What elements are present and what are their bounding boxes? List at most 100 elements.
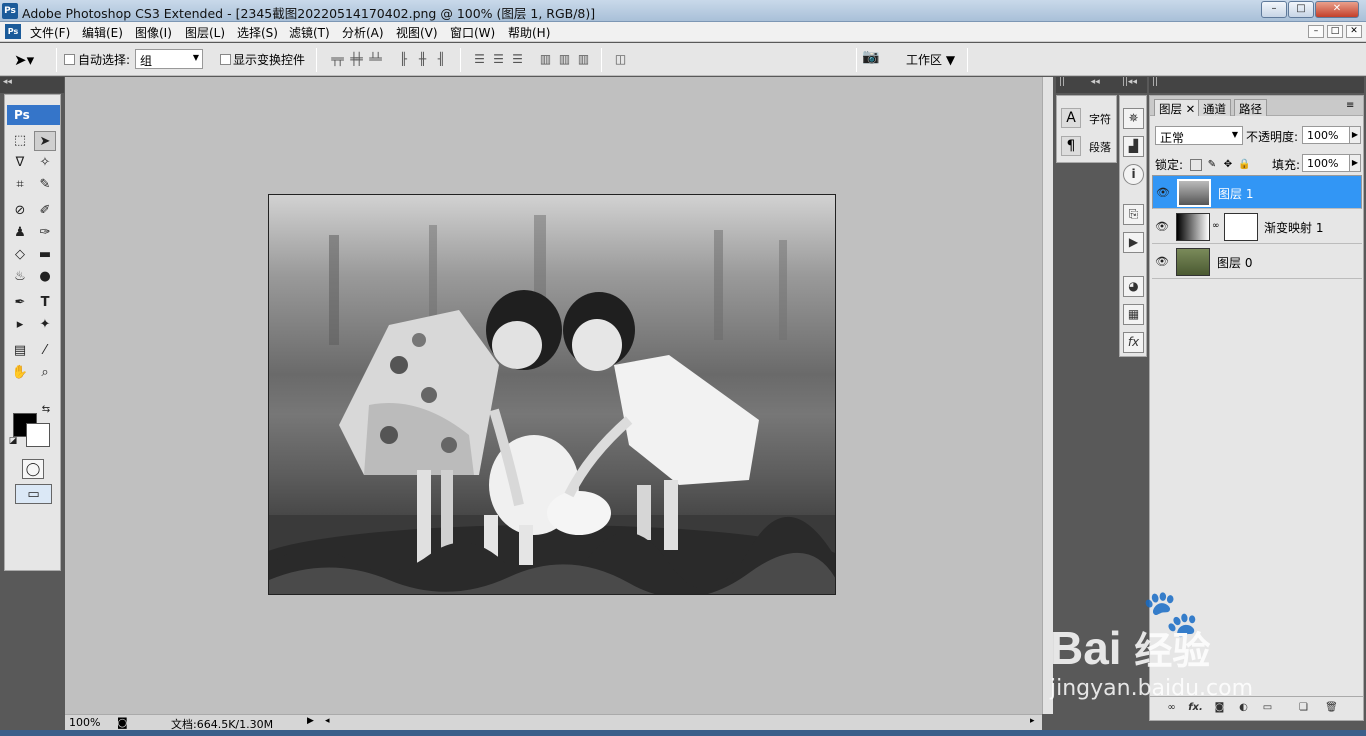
menu-file[interactable]: 文件(F)	[30, 24, 70, 41]
zoom-tool-icon[interactable]: ⌕	[34, 363, 56, 383]
lock-transparent-icon[interactable]	[1190, 159, 1202, 171]
auto-select-dropdown[interactable]: 组 ▼	[135, 49, 203, 69]
magic-wand-icon[interactable]: ✧	[34, 153, 56, 173]
menu-select[interactable]: 选择(S)	[237, 24, 278, 41]
hand-tool-icon[interactable]: ✋	[9, 363, 31, 383]
document-image[interactable]	[268, 194, 836, 595]
navigator-icon[interactable]: ✵	[1123, 108, 1144, 129]
close-button[interactable]: ✕	[1315, 1, 1359, 18]
doc-restore-button[interactable]: □	[1327, 25, 1343, 38]
visibility-eye-icon[interactable]: 👁	[1155, 255, 1169, 269]
panel-menu-icon[interactable]: ≡	[1346, 100, 1354, 111]
align-left-icon[interactable]: ╟	[395, 52, 410, 67]
background-color-swatch[interactable]	[26, 423, 50, 447]
distribute-top-icon[interactable]: ☰	[471, 52, 486, 67]
lock-all-icon[interactable]: 🔒	[1238, 159, 1250, 171]
maximize-button[interactable]: □	[1288, 1, 1314, 18]
layer-row[interactable]: 👁 图层 1	[1152, 175, 1362, 209]
styles-icon[interactable]: fx	[1123, 332, 1144, 353]
menu-edit[interactable]: 编辑(E)	[82, 24, 123, 41]
doc-close-button[interactable]: ✕	[1346, 25, 1362, 38]
notes-tool-icon[interactable]: ▤	[9, 341, 31, 361]
swap-colors-icon[interactable]: ⇆	[39, 403, 53, 417]
blur-tool-icon[interactable]: ♨	[9, 267, 31, 287]
layer-row[interactable]: 👁 图层 0	[1152, 245, 1362, 279]
paragraph-panel-button[interactable]: ¶ 段落	[1059, 134, 1117, 158]
photoshop-app-icon[interactable]: Ps	[2, 3, 18, 19]
layers-dock-header[interactable]: ||	[1149, 77, 1364, 93]
distribute-bottom-icon[interactable]: ☰	[509, 52, 524, 67]
opacity-field[interactable]: 100%	[1302, 126, 1350, 144]
status-menu-arrow-icon[interactable]: ▶	[307, 716, 319, 729]
pen-tool-icon[interactable]: ✒	[9, 293, 31, 313]
lock-image-icon[interactable]: ✎	[1206, 159, 1218, 171]
menu-window[interactable]: 窗口(W)	[450, 24, 495, 41]
history-brush-icon[interactable]: ✑	[34, 223, 56, 243]
blend-mode-dropdown[interactable]: 正常 ▼	[1155, 126, 1243, 145]
auto-select-checkbox[interactable]	[64, 54, 75, 65]
align-hcenter-icon[interactable]: ╫	[414, 52, 429, 67]
eraser-tool-icon[interactable]: ◇	[9, 245, 31, 265]
align-right-icon[interactable]: ╢	[433, 52, 448, 67]
add-mask-icon[interactable]: ◙	[1212, 701, 1227, 715]
toolbox-header[interactable]: ◂◂	[0, 77, 64, 93]
menu-analysis[interactable]: 分析(A)	[342, 24, 384, 41]
new-group-icon[interactable]: ▭	[1260, 701, 1275, 715]
brush-tool-icon[interactable]: ✐	[34, 201, 56, 221]
zoom-level[interactable]: 100%	[69, 716, 121, 729]
align-bottom-icon[interactable]: ╧╧	[367, 52, 382, 67]
move-tool-preset-icon[interactable]: ➤▾	[14, 51, 34, 69]
scroll-left-icon[interactable]: ◂	[325, 716, 330, 726]
lock-position-icon[interactable]: ✥	[1222, 159, 1234, 171]
layer-row[interactable]: 👁 ∞ 渐变映射 1	[1152, 210, 1362, 244]
workspace-menu[interactable]: 工作区 ▼	[906, 51, 955, 68]
scroll-right-icon[interactable]: ▸	[1030, 716, 1035, 726]
distribute-right-icon[interactable]: ▥	[575, 52, 590, 67]
auto-align-icon[interactable]: ◫	[612, 52, 627, 67]
minimize-button[interactable]: –	[1261, 1, 1287, 18]
menu-layer[interactable]: 图层(L)	[185, 24, 225, 41]
menu-help[interactable]: 帮助(H)	[508, 24, 550, 41]
link-chain-icon[interactable]: ∞	[1212, 221, 1220, 231]
visibility-eye-icon[interactable]: 👁	[1155, 220, 1169, 234]
slice-tool-icon[interactable]: ✎	[34, 175, 56, 195]
lasso-tool-icon[interactable]: ᐁ	[9, 153, 31, 173]
distribute-left-icon[interactable]: ▥	[537, 52, 552, 67]
icon-dock-header[interactable]: ||◂◂	[1119, 77, 1147, 93]
screen-mode-icon[interactable]: ▭	[15, 484, 52, 504]
visibility-eye-icon[interactable]: 👁	[1156, 186, 1170, 200]
menu-filter[interactable]: 滤镜(T)	[289, 24, 330, 41]
crop-tool-icon[interactable]: ⌗	[9, 175, 31, 195]
dodge-tool-icon[interactable]: ●	[34, 267, 56, 287]
char-dock-header[interactable]: || ◂◂	[1056, 77, 1119, 93]
marquee-tool-icon[interactable]: ⬚	[9, 131, 31, 151]
history-icon[interactable]: ⎘	[1123, 204, 1144, 225]
histogram-icon[interactable]: ▟	[1123, 136, 1144, 157]
canvas-area[interactable]	[65, 77, 1042, 714]
tab-layers[interactable]: 图层 ✕	[1154, 99, 1201, 116]
close-icon[interactable]: ✕	[1186, 102, 1196, 116]
new-layer-icon[interactable]: ❏	[1296, 701, 1311, 715]
type-tool-icon[interactable]: T	[34, 293, 56, 313]
document-icon[interactable]: Ps	[5, 24, 21, 39]
tab-channels[interactable]: 通道	[1198, 99, 1231, 116]
delete-layer-icon[interactable]: 🗑	[1324, 701, 1339, 715]
menu-image[interactable]: 图像(I)	[135, 24, 172, 41]
info-icon[interactable]: i	[1123, 164, 1144, 185]
color-icon[interactable]: ◕	[1123, 276, 1144, 297]
bridge-icon[interactable]: 📷	[862, 49, 879, 65]
status-icon[interactable]: ◙	[117, 716, 128, 729]
path-select-icon[interactable]: ▸	[9, 315, 31, 335]
menu-view[interactable]: 视图(V)	[396, 24, 438, 41]
character-panel-button[interactable]: A 字符	[1059, 106, 1117, 130]
distribute-vcenter-icon[interactable]: ☰	[490, 52, 505, 67]
eyedropper-icon[interactable]: ⁄	[34, 341, 56, 361]
actions-icon[interactable]: ▶	[1123, 232, 1144, 253]
doc-minimize-button[interactable]: –	[1308, 25, 1324, 38]
gradient-tool-icon[interactable]: ▬	[34, 245, 56, 265]
default-colors-icon[interactable]: ◪	[7, 435, 19, 447]
shape-tool-icon[interactable]: ✦	[34, 315, 56, 335]
opacity-slider-arrow-icon[interactable]: ▶	[1349, 126, 1361, 144]
new-adjustment-icon[interactable]: ◐	[1236, 701, 1251, 715]
align-vcenter-icon[interactable]: ╪╪	[348, 52, 363, 67]
